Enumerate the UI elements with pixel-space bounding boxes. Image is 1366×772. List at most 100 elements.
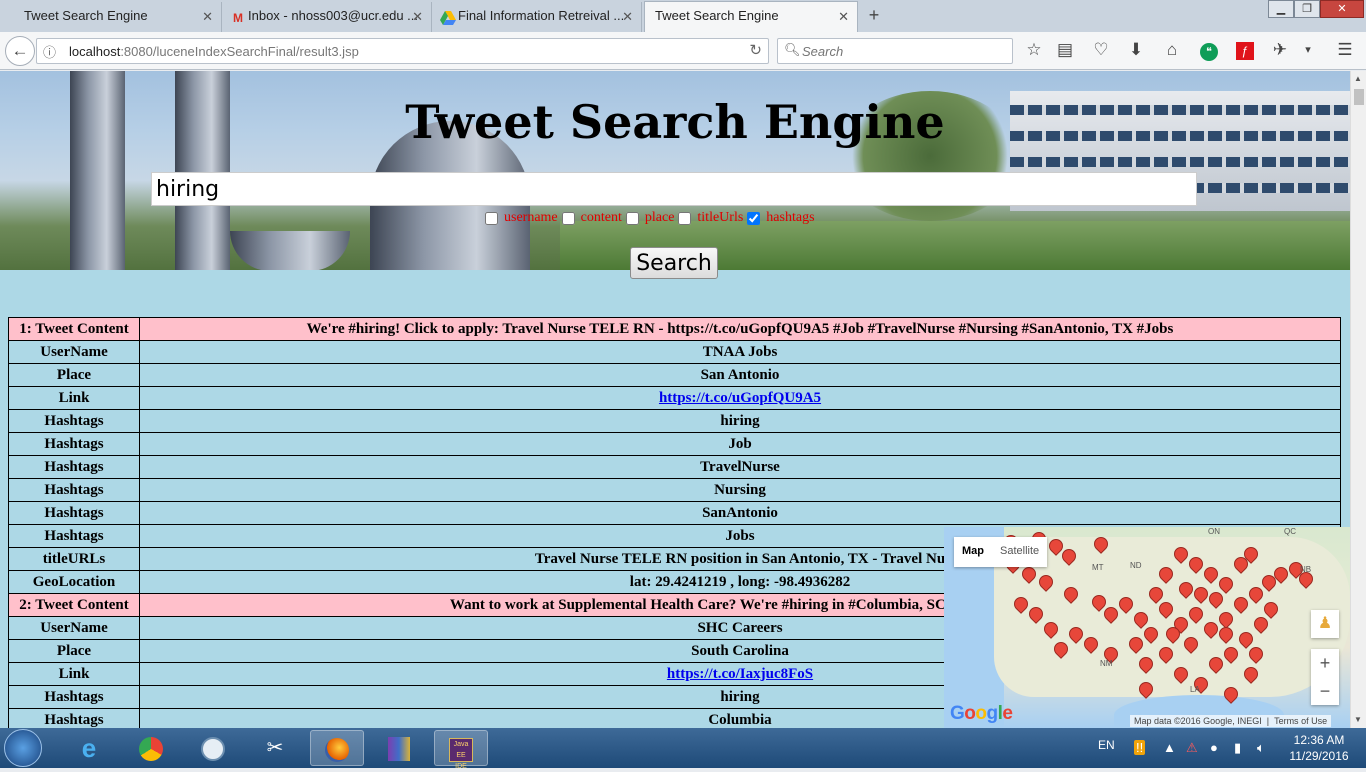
table-row: Hashtags Job bbox=[8, 432, 1341, 456]
option-titleurls-checkbox[interactable] bbox=[678, 211, 692, 225]
field-name-cell: Link bbox=[8, 386, 140, 410]
tweet-link[interactable]: https://t.co/uGopfQU9A5 bbox=[659, 390, 821, 406]
site-info-icon[interactable]: ⓘ bbox=[43, 42, 56, 61]
field-value-cell: TravelNurse bbox=[139, 455, 1341, 479]
close-window-icon[interactable]: ✕ bbox=[1320, 0, 1364, 18]
bookmark-star-icon[interactable]: ☆ bbox=[1020, 36, 1048, 64]
browser-search-bar[interactable]: 🔍︎ bbox=[777, 38, 1013, 64]
option-hashtags-checkbox[interactable] bbox=[747, 211, 761, 225]
google-map[interactable]: ON QC MT ND NB NM LA Map Satellite ♟ + − Googl… bbox=[944, 527, 1350, 728]
tray-app-icon[interactable]: ● bbox=[1210, 740, 1218, 755]
navigation-toolbar: ← ⓘ localhost:8080/luceneIndexSearchFina… bbox=[0, 32, 1366, 70]
new-tab-icon[interactable]: + bbox=[864, 5, 884, 26]
reload-icon[interactable]: ↻ bbox=[749, 41, 762, 59]
close-tab-icon[interactable]: ✕ bbox=[622, 9, 633, 25]
field-name-cell: titleURLs bbox=[8, 547, 140, 571]
map-button[interactable]: Map bbox=[954, 537, 992, 567]
field-name-cell: 2: Tweet Content bbox=[8, 593, 140, 617]
antivirus-icon[interactable]: ⚠ bbox=[1186, 740, 1198, 756]
downloads-icon[interactable]: ⬇ bbox=[1122, 36, 1150, 64]
option-content[interactable]: content bbox=[561, 210, 622, 226]
option-label: username bbox=[504, 210, 558, 225]
show-hidden-icons[interactable]: ▲ bbox=[1163, 740, 1176, 755]
chrome-icon[interactable] bbox=[124, 730, 178, 766]
url-host: localhost bbox=[69, 44, 121, 59]
map-region-label: NB bbox=[1300, 565, 1312, 574]
page-scrollbar[interactable]: ▲ ▼ bbox=[1350, 71, 1366, 728]
clock-time: 12:36 AM bbox=[1293, 733, 1345, 747]
table-row: Hashtags SanAntonio bbox=[8, 501, 1341, 525]
option-titleurls[interactable]: titleUrls bbox=[678, 210, 743, 226]
option-username-checkbox[interactable] bbox=[485, 211, 498, 225]
url-text: localhost:8080/luceneIndexSearchFinal/re… bbox=[69, 44, 359, 59]
safari-icon[interactable] bbox=[186, 730, 240, 766]
system-clock[interactable]: 12:36 AM 11/29/2016 bbox=[1284, 732, 1354, 764]
eclipse-javaee-icon[interactable]: Java EE IDE bbox=[434, 730, 488, 770]
option-content-checkbox[interactable] bbox=[561, 211, 575, 225]
extension-icon[interactable]: ✈ bbox=[1266, 36, 1294, 64]
field-name-cell: Hashtags bbox=[8, 685, 140, 709]
volume-icon[interactable]: 🔈︎ bbox=[1257, 740, 1265, 756]
field-name-cell: UserName bbox=[8, 616, 140, 640]
option-place-checkbox[interactable] bbox=[625, 211, 639, 225]
notification-icon[interactable]: !! bbox=[1134, 740, 1146, 755]
tab-google-drive[interactable]: Final Information Retreival ... ✕ bbox=[434, 2, 642, 32]
start-orb[interactable] bbox=[4, 729, 42, 767]
reading-list-icon[interactable]: ▤ bbox=[1051, 36, 1079, 64]
field-name-cell: Place bbox=[8, 639, 140, 663]
zoom-out-icon[interactable]: − bbox=[1311, 677, 1339, 705]
close-tab-icon[interactable]: ✕ bbox=[412, 9, 423, 25]
winrar-icon[interactable] bbox=[372, 730, 426, 766]
url-bar[interactable]: ⓘ localhost:8080/luceneIndexSearchFinal/… bbox=[36, 38, 769, 64]
table-row: Hashtags TravelNurse bbox=[8, 455, 1341, 479]
search-icon: 🔍︎ bbox=[784, 42, 801, 57]
table-row: Hashtags hiring bbox=[8, 409, 1341, 433]
maximize-icon[interactable]: ❐ bbox=[1294, 0, 1320, 18]
back-icon[interactable]: ← bbox=[5, 36, 35, 66]
minimize-icon[interactable]: ▁ bbox=[1268, 0, 1294, 18]
tab-tweet-search-active[interactable]: Tweet Search Engine ✕ bbox=[644, 1, 858, 32]
page-content: Tweet Search Engine username content pla… bbox=[0, 71, 1350, 728]
page-title: Tweet Search Engine bbox=[405, 95, 945, 149]
field-name-cell: Hashtags bbox=[8, 708, 140, 728]
field-name-cell: Hashtags bbox=[8, 432, 140, 456]
option-place[interactable]: place bbox=[625, 210, 674, 226]
zoom-controls: + − bbox=[1311, 649, 1339, 705]
scroll-up-icon[interactable]: ▲ bbox=[1354, 74, 1362, 83]
table-row: UserName TNAA Jobs bbox=[8, 340, 1341, 364]
option-label: titleUrls bbox=[697, 210, 744, 225]
flash-icon[interactable]: ƒ bbox=[1231, 36, 1259, 64]
option-hashtags[interactable]: hashtags bbox=[747, 210, 815, 226]
menu-icon[interactable]: ☰ bbox=[1331, 36, 1359, 64]
option-username[interactable]: username bbox=[485, 210, 558, 226]
snipping-tool-icon[interactable]: ✂ bbox=[248, 730, 302, 766]
scroll-down-icon[interactable]: ▼ bbox=[1354, 715, 1362, 724]
pocket-icon[interactable]: ♡ bbox=[1087, 36, 1115, 64]
street-view-pegman-icon[interactable]: ♟ bbox=[1311, 610, 1339, 638]
field-value-cell: SanAntonio bbox=[139, 501, 1341, 525]
internet-explorer-icon[interactable]: e bbox=[62, 730, 116, 766]
close-tab-icon[interactable]: ✕ bbox=[838, 9, 849, 25]
firefox-icon[interactable] bbox=[310, 730, 364, 766]
terms-link[interactable]: Terms of Use bbox=[1274, 716, 1327, 726]
tab-title: Inbox - nhoss003@ucr.edu ... bbox=[248, 8, 419, 23]
hangouts-icon[interactable]: ❝ bbox=[1195, 36, 1223, 64]
tweet-link[interactable]: https://t.co/Iaxjuc8FoS bbox=[667, 666, 813, 682]
chevron-down-icon[interactable]: ▾ bbox=[1294, 36, 1322, 64]
close-tab-icon[interactable]: ✕ bbox=[202, 9, 213, 25]
search-button[interactable]: Search bbox=[630, 247, 718, 279]
zoom-in-icon[interactable]: + bbox=[1311, 649, 1339, 677]
tab-gmail-inbox[interactable]: M Inbox - nhoss003@ucr.edu ... ✕ bbox=[224, 2, 432, 32]
language-indicator[interactable]: EN bbox=[1098, 738, 1115, 752]
tab-tweet-search-1[interactable]: Tweet Search Engine ✕ bbox=[0, 2, 222, 32]
tab-title: Tweet Search Engine bbox=[24, 8, 148, 23]
field-value-cell: San Antonio bbox=[139, 363, 1341, 387]
clock-date: 11/29/2016 bbox=[1289, 749, 1349, 763]
scroll-thumb[interactable] bbox=[1354, 89, 1364, 105]
query-input[interactable] bbox=[151, 172, 1197, 206]
home-icon[interactable]: ⌂ bbox=[1158, 36, 1186, 64]
browser-search-input[interactable] bbox=[802, 42, 1002, 60]
network-signal-icon[interactable]: ▮ bbox=[1234, 740, 1241, 756]
field-value-cell: https://t.co/uGopfQU9A5 bbox=[139, 386, 1341, 410]
satellite-button[interactable]: Satellite bbox=[992, 537, 1047, 567]
